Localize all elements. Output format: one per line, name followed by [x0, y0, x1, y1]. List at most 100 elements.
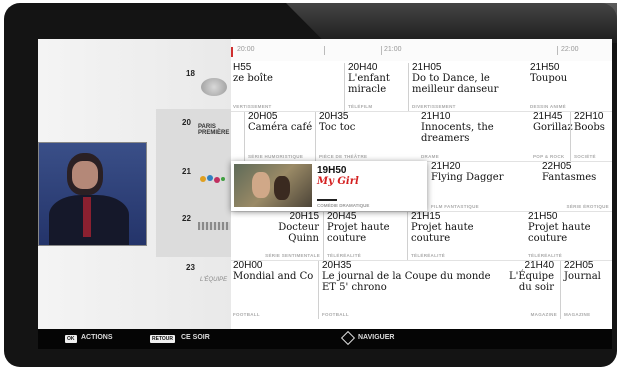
- ok-key[interactable]: OK: [65, 335, 77, 343]
- program-time: 21H40: [524, 260, 554, 271]
- program-title: Projet haute couture: [528, 222, 591, 244]
- navigate-icon: [340, 330, 356, 346]
- program-title: Le journal de la Coupe du monde ET 5' ch…: [322, 271, 491, 293]
- program-genre: SÉRIE HUMORISTIQUE: [248, 154, 304, 159]
- channel-number: 18: [186, 69, 195, 78]
- program-title: Boobs: [574, 122, 605, 133]
- channel-logo: [198, 222, 230, 230]
- program-title: Do to Dance, le meilleur danseur: [412, 73, 499, 95]
- program-genre: FOOTBALL: [322, 312, 349, 317]
- program-genre: MAGAZINE: [564, 312, 591, 317]
- program-cell[interactable]: 20H05 Caméra café SÉRIE HUMORISTIQUE: [244, 112, 315, 161]
- program-genre: TÉLÉRÉALITÉ: [327, 253, 362, 258]
- program-title: Gorillaz: [533, 122, 573, 133]
- program-thumbnail: [234, 164, 312, 207]
- program-title: Projet haute couture: [411, 222, 474, 244]
- program-time: 20H05: [248, 111, 278, 122]
- channel-logo: PARIS PREMIÈRE: [198, 124, 230, 136]
- program-genre: SOCIÉTÉ: [574, 154, 596, 159]
- actions-label[interactable]: ACTIONS: [81, 334, 113, 341]
- program-time: 21H20: [431, 161, 461, 172]
- program-time: 20H35: [319, 111, 349, 122]
- program-cell[interactable]: 21H20 Flying Dagger FILM FANTASTIQUE: [427, 162, 536, 211]
- program-cell[interactable]: 20H35 Le journal de la Coupe du monde ET…: [318, 261, 493, 319]
- program-cell[interactable]: H55 ze boîte VERTISSEMENT: [231, 63, 344, 111]
- program-genre: POP & ROCK: [533, 154, 565, 159]
- program-genre: FILM FANTASTIQUE: [431, 204, 479, 209]
- selected-program-genre: COMÉDIE DRAMATIQUE: [317, 203, 370, 208]
- selected-program-title: My Girl: [317, 176, 359, 187]
- channel-number: 21: [182, 167, 191, 176]
- program-cell[interactable]: 21H50 Toupou DESSIN ANIMÉ: [520, 63, 612, 111]
- program-time: 20H15: [289, 211, 319, 222]
- channel-logo: L'ÉQUIPE: [200, 277, 228, 283]
- program-cell[interactable]: 20H40 L'enfant miracle TÉLÉFILM: [344, 63, 408, 111]
- program-time: 21H05: [412, 62, 442, 73]
- program-time: 20H45: [327, 211, 357, 222]
- program-genre: SÉRIE ÉROTIQUE: [566, 204, 609, 209]
- program-title: Docteur Quinn: [278, 222, 319, 244]
- program-cell[interactable]: 20H45 Projet haute couture TÉLÉRÉALITÉ: [323, 212, 407, 260]
- program-grid: H55 ze boîte VERTISSEMENT 20H40 L'enfant…: [231, 61, 612, 329]
- channel-number: 23: [186, 263, 195, 272]
- program-time: 21H10: [421, 111, 451, 122]
- naviguer-label[interactable]: NAVIGUER: [358, 334, 394, 341]
- progress-bar: [317, 199, 337, 201]
- program-title: L'enfant miracle: [348, 73, 390, 95]
- program-genre: TÉLÉRÉALITÉ: [528, 253, 563, 258]
- program-genre: DIVERTISSEMENT: [412, 104, 456, 109]
- program-time: 21H15: [411, 211, 441, 222]
- bottom-action-bar: OK ACTIONS RETOUR CE SOIR NAVIGUER: [38, 329, 612, 349]
- channel-logo-icon: [200, 175, 225, 183]
- program-time: 20H40: [348, 62, 378, 73]
- program-cell[interactable]: 20H00 Mondial and Co FOOTBALL: [231, 261, 318, 319]
- program-cell[interactable]: 21H45 Gorillaz POP & ROCK: [530, 111, 573, 161]
- program-title: Mondial and Co: [233, 271, 314, 282]
- channel-number: 22: [182, 214, 191, 223]
- retour-key[interactable]: RETOUR: [150, 335, 176, 343]
- program-time: 20H00: [233, 260, 263, 271]
- program-genre: DESSIN ANIMÉ: [530, 104, 566, 109]
- program-cell[interactable]: 22H10 Boobs SOCIÉTÉ: [570, 112, 612, 161]
- selected-program-time: 19H50: [317, 165, 347, 176]
- program-title: Fantasmes: [542, 172, 597, 183]
- program-title: Innocents, the dreamers: [421, 122, 494, 144]
- program-cell[interactable]: 21H05 Do to Dance, le meilleur danseur D…: [408, 63, 520, 111]
- program-time: 21H45: [533, 111, 563, 122]
- program-genre: SÉRIE SENTIMENTALE: [265, 253, 320, 258]
- program-title: Caméra café: [248, 122, 313, 133]
- program-time: 20H35: [322, 260, 352, 271]
- channel-logo: [198, 171, 226, 183]
- program-time: 21H50: [528, 211, 558, 222]
- program-cell[interactable]: 21H40 L'Équipe du soir MAGAZINE: [493, 261, 560, 319]
- selected-program-card[interactable]: 19H50 My Girl COMÉDIE DRAMATIQUE: [231, 161, 427, 211]
- ce-soir-label[interactable]: CE SOIR: [181, 334, 210, 341]
- program-title: ze boîte: [233, 73, 273, 84]
- program-genre: VERTISSEMENT: [233, 104, 272, 109]
- program-title: Projet haute couture: [327, 222, 390, 244]
- program-title: L'Équipe du soir: [508, 271, 554, 293]
- program-title: Toc toc: [319, 122, 356, 133]
- program-time: H55: [233, 62, 252, 73]
- program-genre: TÉLÉFILM: [348, 104, 373, 109]
- live-preview-video[interactable]: [38, 142, 147, 246]
- program-genre: TÉLÉRÉALITÉ: [411, 253, 446, 258]
- program-genre: DRAME: [421, 154, 439, 159]
- program-cell[interactable]: 22H05 Journal MAGAZINE: [560, 261, 612, 319]
- now-marker: [231, 47, 233, 57]
- program-cell[interactable]: 20H15 Docteur Quinn SÉRIE SENTIMENTALE: [263, 212, 323, 260]
- program-cell[interactable]: 21H15 Projet haute couture TÉLÉRÉALITÉ: [407, 212, 498, 260]
- program-title: Flying Dagger: [431, 172, 504, 183]
- channel-number: 20: [182, 118, 191, 127]
- program-time: 22H05: [542, 161, 572, 172]
- program-title: Journal: [564, 271, 601, 282]
- timeline: 20:00 21:00 22:00: [231, 39, 612, 61]
- program-cell[interactable]: 21H10 Innocents, the dreamers DRAME: [418, 112, 530, 161]
- program-cell[interactable]: 22H05 Fantasmes SÉRIE ÉROTIQUE: [536, 162, 612, 211]
- program-time: 21H50: [530, 62, 560, 73]
- tv-guide-screen: 18 20 PARIS PREMIÈRE 21 22 23 L'ÉQUIPE 2…: [38, 39, 612, 349]
- channel-logo: [201, 78, 227, 96]
- program-cell[interactable]: 21H50 Projet haute couture TÉLÉRÉALITÉ: [498, 212, 612, 260]
- program-cell[interactable]: 20H35 Toc toc PIÈCE DE THÉÂTRE: [315, 112, 418, 161]
- time-label: 21:00: [384, 46, 402, 53]
